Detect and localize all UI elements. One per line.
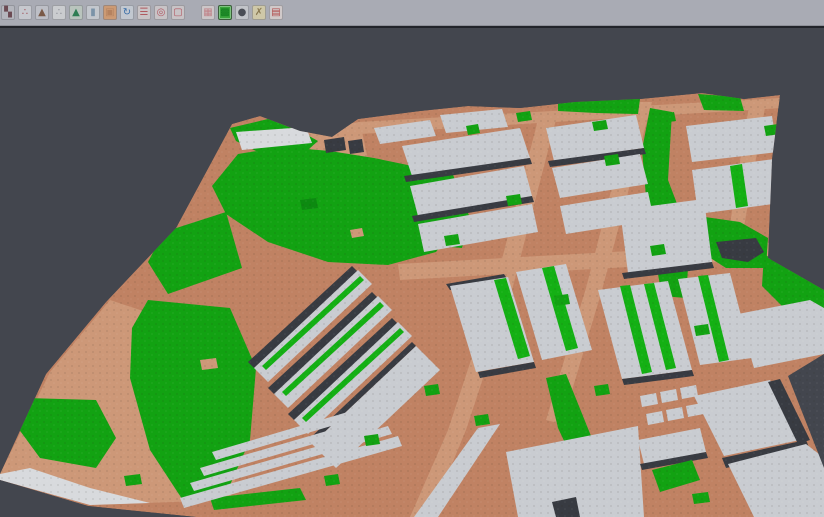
sphere-icon[interactable]: ● (235, 5, 249, 20)
model-block-icon[interactable]: ▚ (1, 5, 15, 20)
orthophoto-icon[interactable]: ▣ (103, 5, 117, 20)
layers-icon[interactable]: ☰ (137, 5, 151, 20)
sparse-cloud-icon[interactable]: ∴ (52, 5, 66, 20)
globe-sync-icon[interactable]: ↻ (120, 5, 134, 20)
classification-icon[interactable]: ▩ (218, 5, 232, 20)
3d-viewport[interactable] (0, 0, 824, 517)
app-window: ▚∴▲∴▲▮▣↻☰◎▢▦▩●✗▤ (0, 0, 824, 517)
selection-box-icon[interactable]: ▢ (171, 5, 185, 20)
toolbar: ▚∴▲∴▲▮▣↻☰◎▢▦▩●✗▤ (0, 0, 824, 26)
dem-mountain-icon[interactable]: ▲ (35, 5, 49, 20)
mesh-cross-icon[interactable]: ✗ (252, 5, 266, 20)
column-icon[interactable]: ▮ (86, 5, 100, 20)
terrain-hill-icon[interactable]: ▲ (69, 5, 83, 20)
measure-bars-icon[interactable]: ▤ (269, 5, 283, 20)
toolbar-separator (188, 4, 198, 22)
grid-icon[interactable]: ▦ (201, 5, 215, 20)
point-cloud-scene (0, 0, 824, 517)
tie-points-icon[interactable]: ∴ (18, 5, 32, 20)
target-icon[interactable]: ◎ (154, 5, 168, 20)
